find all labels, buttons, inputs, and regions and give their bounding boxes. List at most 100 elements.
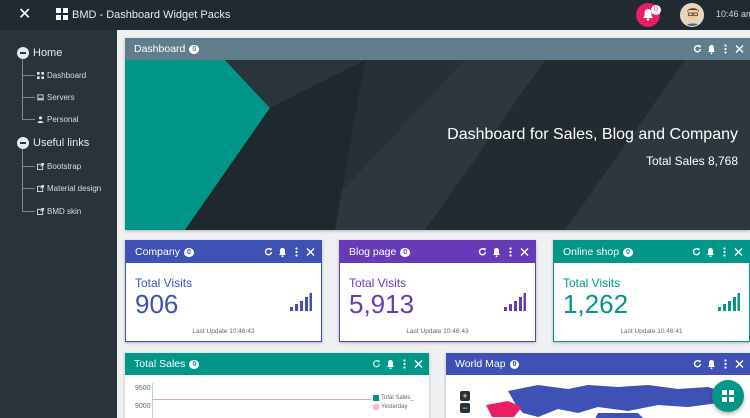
refresh-icon[interactable] [264,246,273,258]
chart-legend: Total Sales_ Yesterday [373,393,414,411]
legend-label: Yesterday [381,403,408,410]
sidebar-item-label: Material design [47,183,102,193]
laptop-icon [37,93,44,100]
sidebar-item-bmd-skin[interactable]: BMD skin [22,205,81,217]
external-link-icon [37,162,44,170]
hero-background-shapes [125,60,750,230]
widget-title: Dashboard 0 [134,43,200,55]
sidebar-item-servers[interactable]: Servers [22,91,75,103]
widget-title-text: Dashboard [134,43,186,55]
widget-badge: 0 [400,248,411,257]
sidebar-item-dashboard[interactable]: Dashboard [22,69,86,81]
sidebar: Home Dashboard Servers Personal Useful l… [0,30,117,418]
widgets-fab-button[interactable] [712,380,744,412]
widget-title-text: Blog page [349,246,397,258]
notifications-button[interactable]: 0 [636,3,661,27]
dashboard-widget: Dashboard 0 Dashboard for Sales, Blog and… [125,38,750,230]
close-icon[interactable]: ✕ [18,6,32,24]
widget-tools [264,246,315,258]
bell-icon[interactable] [492,246,501,258]
widget-tools [372,358,423,370]
close-icon[interactable] [414,358,423,370]
stat-label: Total Visits [135,276,193,290]
more-vertical-icon[interactable] [400,358,409,370]
bell-icon[interactable] [707,43,716,55]
online-shop-widget: Online shop 0 Total Visits 1,262 Last Upd… [553,240,750,342]
tree-branch [22,96,35,98]
last-update: Last Update 10:46:43 [192,328,255,335]
chart-line-total-sales [153,399,371,400]
sidebar-item-label: Bootstrap [47,161,82,171]
signal-bars-icon [290,293,312,311]
bell-icon[interactable] [386,358,395,370]
map-zoom-out-button[interactable]: − [460,403,470,413]
widget-badge: 0 [189,360,200,369]
stat-label: Total Visits [349,276,407,290]
map-zoom-in-button[interactable]: + [460,391,470,401]
top-bar: ✕ BMD - Dashboard Widget Packs 0 10:46 a… [0,0,750,30]
sidebar-section-label: Home [33,47,63,59]
close-icon[interactable] [735,43,744,55]
sidebar-item-label: BMD skin [47,206,82,216]
close-icon[interactable] [306,246,315,258]
widget-title-text: Total Sales [134,358,186,370]
widget-title: World Map 0 [455,358,520,370]
signal-bars-icon [504,293,526,311]
refresh-icon[interactable] [692,246,701,258]
widget-tools [692,246,743,258]
widget-title-text: Online shop [563,246,620,258]
sidebar-section-label: Useful links [33,137,90,149]
more-vertical-icon[interactable] [721,43,730,55]
sidebar-item-personal[interactable]: Personal [22,113,79,125]
stat-label: Total Visits [563,276,621,290]
refresh-icon[interactable] [372,358,381,370]
widget-header: Dashboard 0 [125,38,750,60]
more-vertical-icon[interactable] [506,246,515,258]
sidebar-section-useful-links[interactable]: Useful links [17,136,89,150]
app-title: BMD - Dashboard Widget Packs [72,9,231,21]
legend-label: Total Sales_ [381,394,414,401]
widget-header: Online shop 0 [554,241,749,263]
grid-icon [37,71,44,79]
refresh-icon[interactable] [693,358,702,370]
close-icon[interactable] [734,246,743,258]
world-map[interactable] [478,383,738,418]
more-vertical-icon[interactable] [721,358,730,370]
widget-title: Online shop 0 [563,246,633,258]
more-vertical-icon[interactable] [292,246,301,258]
notification-count: 0 [651,5,661,15]
close-icon[interactable] [735,358,744,370]
bell-icon[interactable] [707,358,716,370]
grid-icon [722,390,734,402]
sidebar-item-material-design[interactable]: Material design [22,182,101,194]
more-vertical-icon[interactable] [720,246,729,258]
widget-title: Blog page 0 [349,246,411,258]
external-link-icon [37,184,44,192]
stat-value: 1,262 [563,289,629,319]
sidebar-section-home[interactable]: Home [17,46,62,60]
widget-title-text: World Map [455,358,506,370]
tree-branch [22,118,35,120]
refresh-icon[interactable] [693,43,702,55]
widget-badge: 0 [183,248,194,257]
close-icon[interactable] [520,246,529,258]
tree-branch [22,187,35,189]
tree-line [22,59,23,119]
widget-header: Blog page 0 [340,241,535,263]
bell-icon[interactable] [278,246,287,258]
sidebar-item-bootstrap[interactable]: Bootstrap [22,160,81,172]
grid-icon [56,8,68,20]
widget-header: Total Sales 0 [125,353,429,375]
avatar[interactable] [680,3,704,27]
stat-value: 906 [135,289,179,319]
tree-branch [22,210,35,212]
signal-bars-icon [718,293,740,311]
legend-item-yesterday: Yesterday [373,402,414,411]
bell-icon[interactable] [706,246,715,258]
widget-badge: 0 [509,360,520,369]
chart-tick-9000: 9000 [135,403,151,410]
widget-title-text: Company [135,246,180,258]
chart-tick-9500: 9500 [135,385,151,392]
hero-title: Dashboard for Sales, Blog and Company [447,126,738,143]
refresh-icon[interactable] [478,246,487,258]
